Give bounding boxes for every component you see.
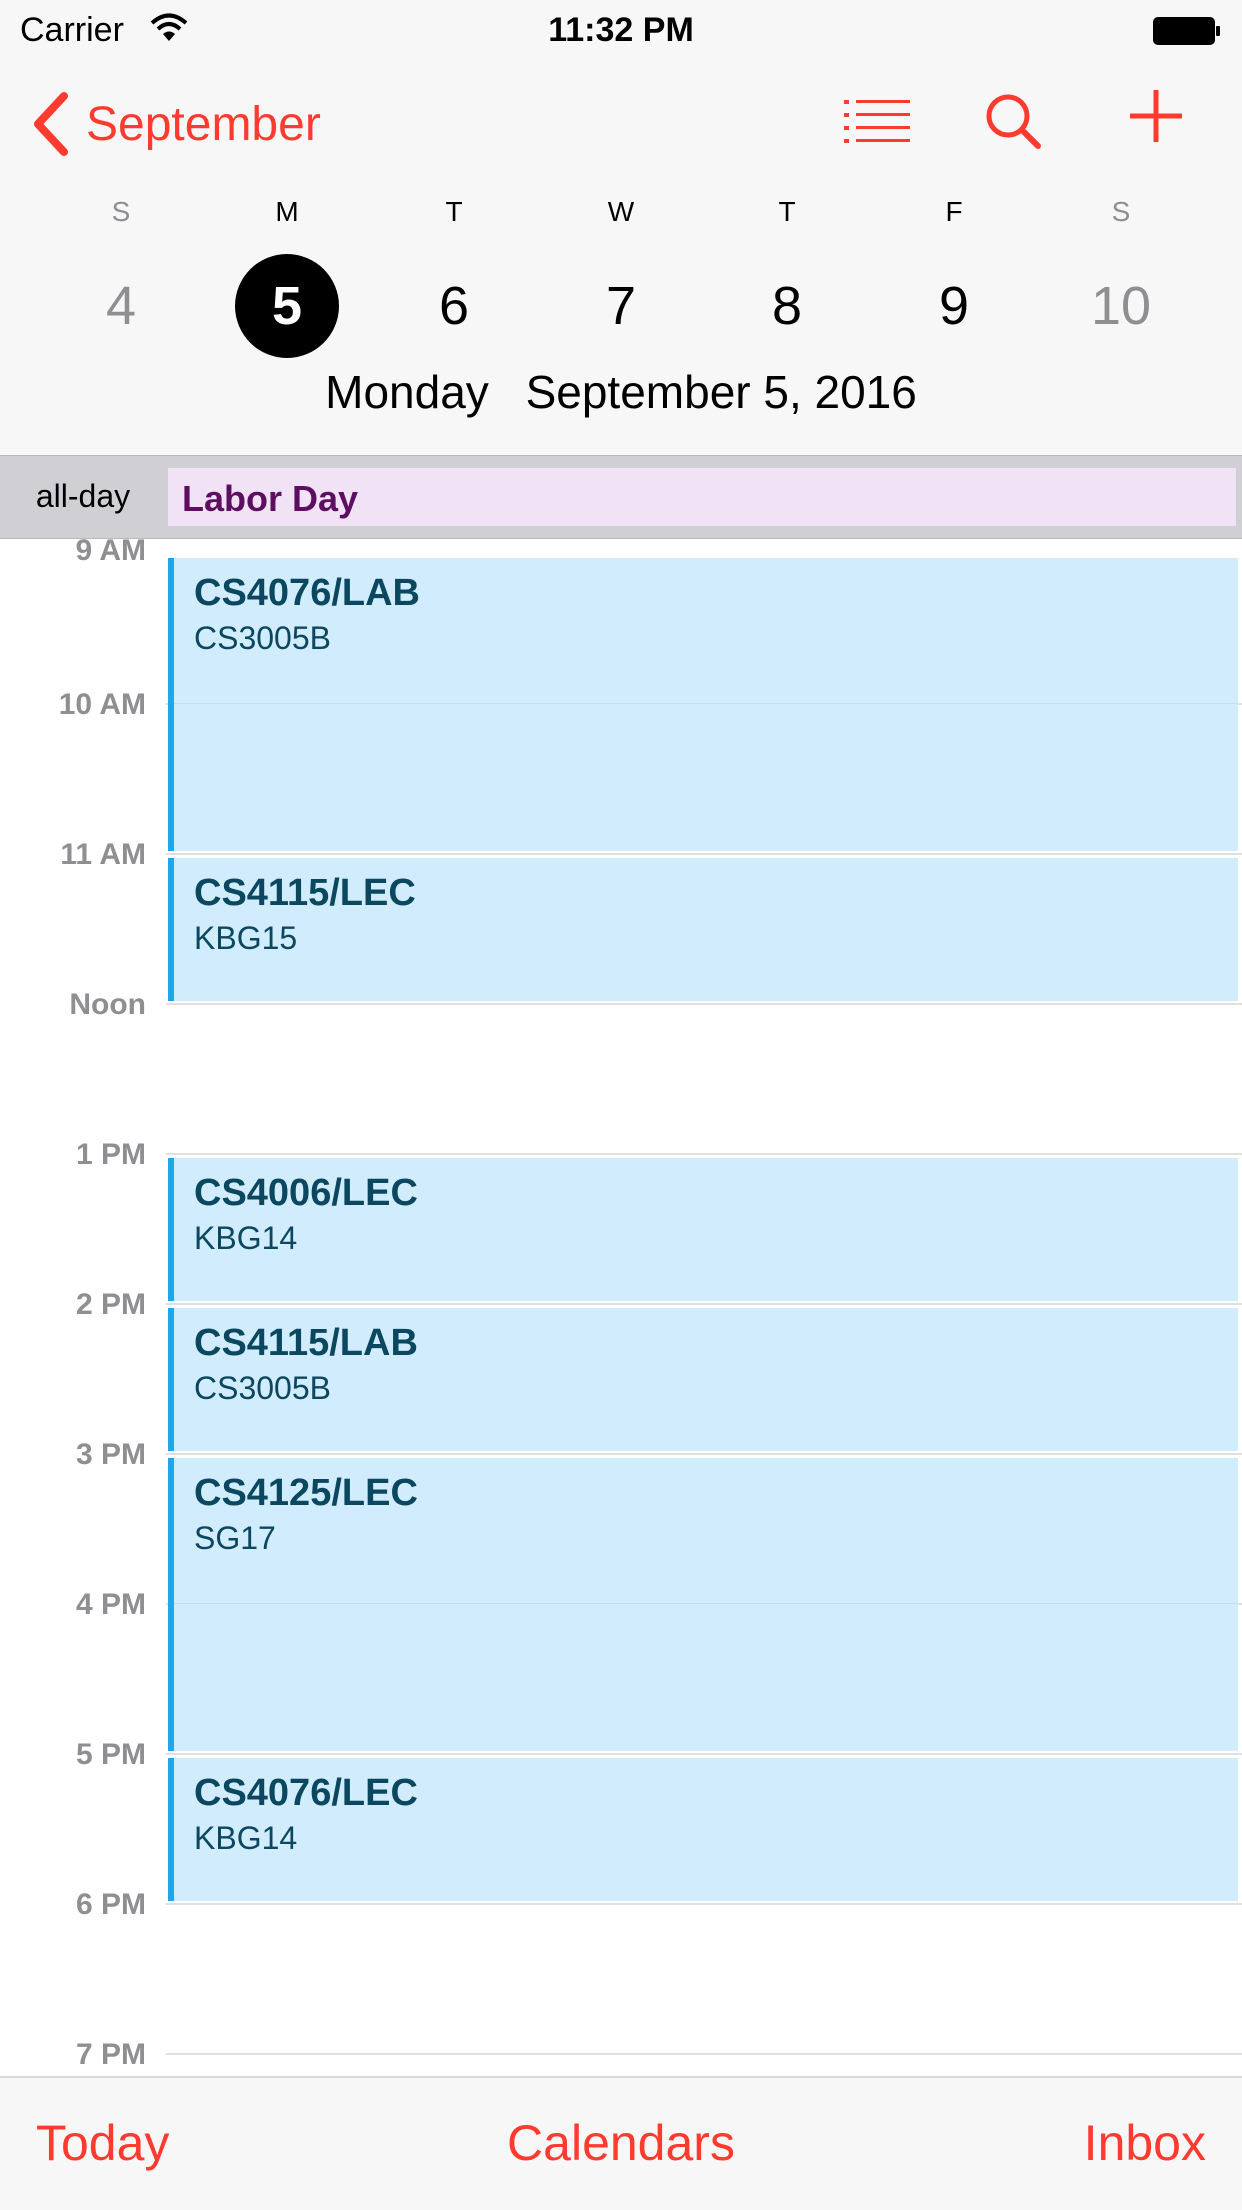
battery-icon xyxy=(1153,17,1220,45)
event-title: CS4076/LEC xyxy=(194,1772,418,1814)
calendar-event[interactable]: CS4006/LEC KBG14 xyxy=(168,1158,1238,1301)
week-date-strip: 4 5 6 7 8 9 10 xyxy=(0,254,1242,358)
event-location: CS3005B xyxy=(194,1370,331,1406)
hour-label: 6 PM xyxy=(75,1888,146,1921)
hour-label: 4 PM xyxy=(75,1588,146,1621)
selected-date-circle: 5 xyxy=(235,254,339,358)
date-number: 8 xyxy=(771,276,803,336)
hour-label: 2 PM xyxy=(75,1288,146,1321)
hour-label: 3 PM xyxy=(75,1438,146,1471)
event-location: KBG15 xyxy=(194,920,298,956)
date-number: 7 xyxy=(605,276,637,336)
day-of-week-label: M xyxy=(275,196,299,227)
date-number: 5 xyxy=(271,276,303,336)
hour-divider xyxy=(166,1453,1242,1455)
hour-divider xyxy=(166,1753,1242,1755)
hour-divider xyxy=(166,1303,1242,1305)
list-icon[interactable] xyxy=(844,96,910,146)
chevron-left-icon xyxy=(34,92,68,156)
event-location: KBG14 xyxy=(194,1820,298,1856)
week-day-header: S M T W T F S xyxy=(0,196,1242,236)
event-title: CS4115/LAB xyxy=(194,1322,418,1364)
hour-label: Noon xyxy=(69,988,146,1021)
hour-divider xyxy=(166,1003,1242,1005)
calendar-event[interactable]: CS4115/LAB CS3005B xyxy=(168,1308,1238,1451)
add-icon[interactable] xyxy=(1128,88,1184,144)
hour-divider xyxy=(166,1903,1242,1905)
hour-label: 1 PM xyxy=(75,1138,146,1171)
nav-bar: September xyxy=(0,84,1242,164)
hour-divider xyxy=(166,1153,1242,1155)
date-number: 10 xyxy=(1090,276,1152,336)
hour-label: 11 AM xyxy=(60,838,146,871)
hour-divider xyxy=(174,1603,1238,1604)
date-cell[interactable]: 10 xyxy=(1038,254,1204,358)
all-day-event-title: Labor Day xyxy=(182,478,359,519)
calendar-header: Carrier 11:32 PM September S M T W T F S… xyxy=(0,0,1242,455)
all-day-section: all-day Labor Day xyxy=(0,455,1242,539)
date-number: 6 xyxy=(438,276,470,336)
date-cell[interactable]: 9 xyxy=(871,254,1037,358)
date-number: 9 xyxy=(938,276,970,336)
calendar-event[interactable]: CS4125/LEC SG17 xyxy=(168,1458,1238,1751)
day-of-week-label: S xyxy=(1111,196,1131,227)
selected-date: September 5, 2016 xyxy=(525,366,917,418)
date-number: 4 xyxy=(105,276,137,336)
back-button-label: September xyxy=(86,97,321,151)
hour-label: 5 PM xyxy=(75,1738,146,1771)
inbox-tab[interactable]: Inbox xyxy=(1084,2114,1206,2172)
search-icon[interactable] xyxy=(984,92,1042,150)
hour-label: 7 PM xyxy=(75,2038,146,2071)
date-cell-selected[interactable]: 5 xyxy=(204,254,370,358)
day-of-week-label: T xyxy=(445,196,463,227)
event-title: CS4076/LAB xyxy=(194,572,420,614)
date-cell[interactable]: 4 xyxy=(38,254,204,358)
day-of-week-label: W xyxy=(607,196,635,227)
calendar-event[interactable]: CS4115/LEC KBG15 xyxy=(168,858,1238,1001)
hour-divider xyxy=(174,703,1238,704)
event-location: SG17 xyxy=(194,1520,276,1556)
calendar-event[interactable]: CS4076/LEC KBG14 xyxy=(168,1758,1238,1901)
event-location: CS3005B xyxy=(194,620,331,656)
hour-divider xyxy=(166,853,1242,855)
status-time: 11:32 PM xyxy=(548,11,694,49)
selected-weekday: Monday xyxy=(325,366,489,418)
day-of-week-label: T xyxy=(778,196,796,227)
all-day-event[interactable]: Labor Day xyxy=(168,468,1236,526)
event-title: CS4125/LEC xyxy=(194,1472,418,1514)
calendar-event[interactable]: CS4076/LAB CS3005B xyxy=(168,558,1238,851)
tab-bar: Today Calendars Inbox xyxy=(0,2076,1242,2210)
date-cell[interactable]: 7 xyxy=(538,254,704,358)
hour-label: 10 AM xyxy=(58,688,146,721)
hour-label: 9 AM xyxy=(75,538,146,567)
date-cell[interactable]: 8 xyxy=(704,254,870,358)
hour-divider xyxy=(166,2053,1242,2055)
day-of-week-label: F xyxy=(945,196,963,227)
status-bar: Carrier 11:32 PM xyxy=(0,0,1242,62)
event-title: CS4006/LEC xyxy=(194,1172,418,1214)
date-cell[interactable]: 6 xyxy=(371,254,537,358)
event-title: CS4115/LEC xyxy=(194,872,416,914)
calendars-tab[interactable]: Calendars xyxy=(0,2114,1242,2172)
selected-full-date: Monday September 5, 2016 xyxy=(0,362,1242,422)
day-timeline[interactable]: 9 AM 10 AM 11 AM Noon 1 PM 2 PM 3 PM 4 P… xyxy=(0,538,1242,2076)
day-of-week-label: S xyxy=(111,196,131,227)
event-location: KBG14 xyxy=(194,1220,298,1256)
back-button[interactable]: September xyxy=(30,92,321,156)
all-day-label: all-day xyxy=(35,478,131,514)
